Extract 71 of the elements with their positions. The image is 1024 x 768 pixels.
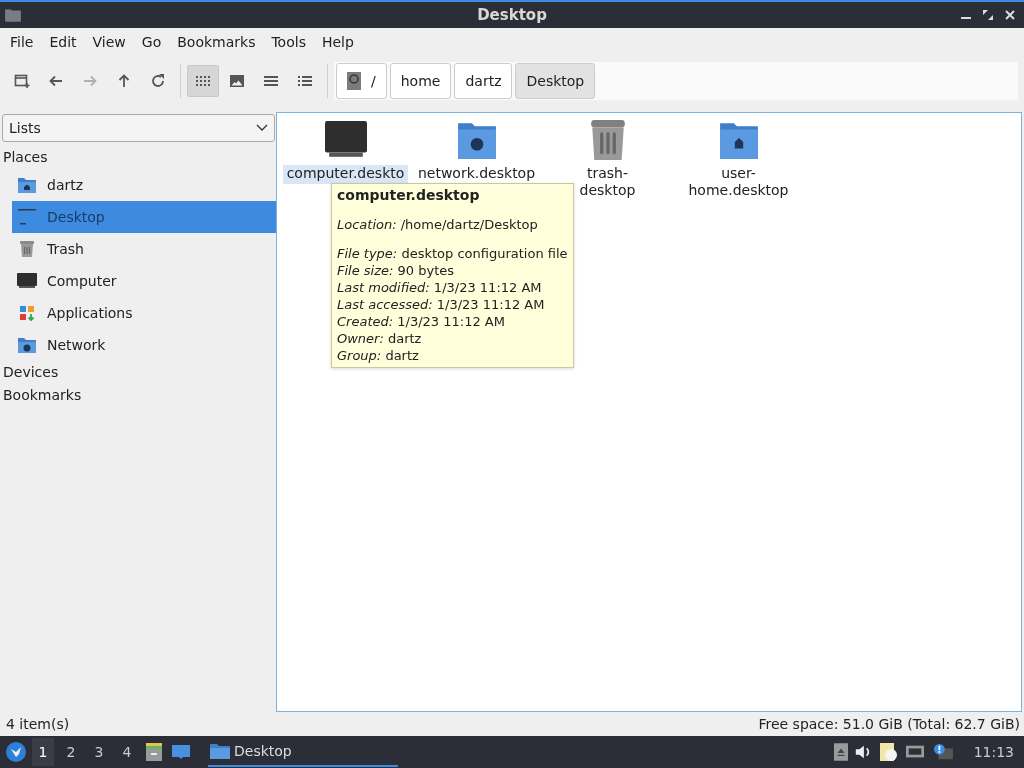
close-icon[interactable]: [1004, 9, 1016, 21]
side-pane-dropdown[interactable]: Lists: [2, 114, 275, 142]
menu-item[interactable]: Help: [313, 34, 362, 50]
workspace-button[interactable]: 3: [88, 738, 110, 766]
lines-icon: [263, 73, 279, 89]
path-button[interactable]: Desktop: [515, 63, 596, 99]
home-folder-icon: [17, 175, 37, 195]
tooltip-line: File size: 90 bytes: [337, 262, 456, 279]
reload-icon: [150, 73, 166, 89]
menu-item[interactable]: File: [2, 34, 42, 50]
desktop-icon[interactable]: [170, 742, 192, 762]
workspace-button[interactable]: 4: [116, 738, 138, 766]
file-name[interactable]: computer.deskto: [283, 165, 408, 184]
workspace-button[interactable]: 1: [32, 738, 54, 766]
item-count: 4 item(s): [6, 716, 70, 732]
tooltip-line: Location: /home/dartz/Desktop: [337, 216, 539, 233]
tooltip-line: Group: dartz: [337, 347, 420, 364]
sidebar-item[interactable]: Computer: [12, 265, 276, 297]
workspace-button[interactable]: 2: [60, 738, 82, 766]
path-button[interactable]: dartz: [454, 63, 513, 99]
forward-arrow-icon: [82, 73, 98, 89]
menu-item[interactable]: Bookmarks: [169, 34, 264, 50]
drive-icon: [347, 72, 361, 90]
notification-icon[interactable]: [931, 743, 954, 761]
window-title: Desktop: [477, 6, 547, 24]
section-header[interactable]: Devices: [0, 361, 276, 384]
list-icon: [297, 73, 313, 89]
file-cabinet-icon[interactable]: [144, 742, 164, 762]
clipboard-icon[interactable]: [877, 741, 898, 763]
desktop-icon: [17, 207, 37, 227]
file-name[interactable]: user- home.desktop: [686, 165, 791, 201]
grid-icon: [195, 73, 211, 89]
image-icon: [229, 73, 245, 89]
menu-item[interactable]: Go: [133, 34, 170, 50]
file-name[interactable]: trash- desktop: [577, 165, 638, 201]
tooltip-line: Last accessed: 1/3/23 11:12 AM: [337, 296, 546, 313]
up-arrow-icon: [116, 73, 132, 89]
tooltip-line: Last modified: 1/3/23 11:12 AM: [337, 279, 543, 296]
sidebar-item[interactable]: Trash: [12, 233, 276, 265]
path-button[interactable]: /: [336, 63, 387, 99]
file-name[interactable]: network.desktop: [415, 165, 538, 184]
trash-icon: [17, 239, 37, 259]
maximize-icon[interactable]: [982, 9, 994, 21]
start-menu-icon[interactable]: [6, 742, 26, 762]
folder-icon: [210, 743, 230, 759]
taskbar-window-button[interactable]: Desktop: [208, 737, 398, 767]
tooltip-line: Owner: dartz: [337, 330, 423, 347]
chevron-down-icon: [256, 124, 268, 132]
section-header[interactable]: Places: [0, 146, 276, 169]
section-header[interactable]: Bookmarks: [0, 384, 276, 407]
icon-view-button[interactable]: [187, 65, 219, 97]
eject-icon[interactable]: [833, 743, 848, 761]
tooltip-line: File type: desktop configuration file: [337, 245, 568, 262]
path-button[interactable]: home: [389, 63, 452, 99]
new-tab-icon: [14, 73, 30, 89]
volume-icon[interactable]: [853, 743, 872, 761]
tooltip-line: Created: 1/3/23 11:12 AM: [337, 313, 506, 330]
sidebar-item[interactable]: Network: [12, 329, 276, 361]
free-space: Free space: 51.0 GiB (Total: 62.7 GiB): [758, 716, 1020, 732]
sidebar-item[interactable]: Applications: [12, 297, 276, 329]
folder-icon: [4, 6, 22, 24]
menu-item[interactable]: View: [84, 34, 134, 50]
network-folder-icon: [17, 335, 37, 355]
clock: 11:13: [973, 744, 1014, 760]
monitor-icon: [17, 271, 37, 291]
apps-icon: [17, 303, 37, 323]
menu-item[interactable]: Tools: [263, 34, 314, 50]
tooltip-title: computer.desktop: [337, 187, 481, 204]
back-arrow-icon: [48, 73, 64, 89]
menu-item[interactable]: Edit: [41, 34, 85, 50]
sidebar-item[interactable]: dartz: [12, 169, 276, 201]
